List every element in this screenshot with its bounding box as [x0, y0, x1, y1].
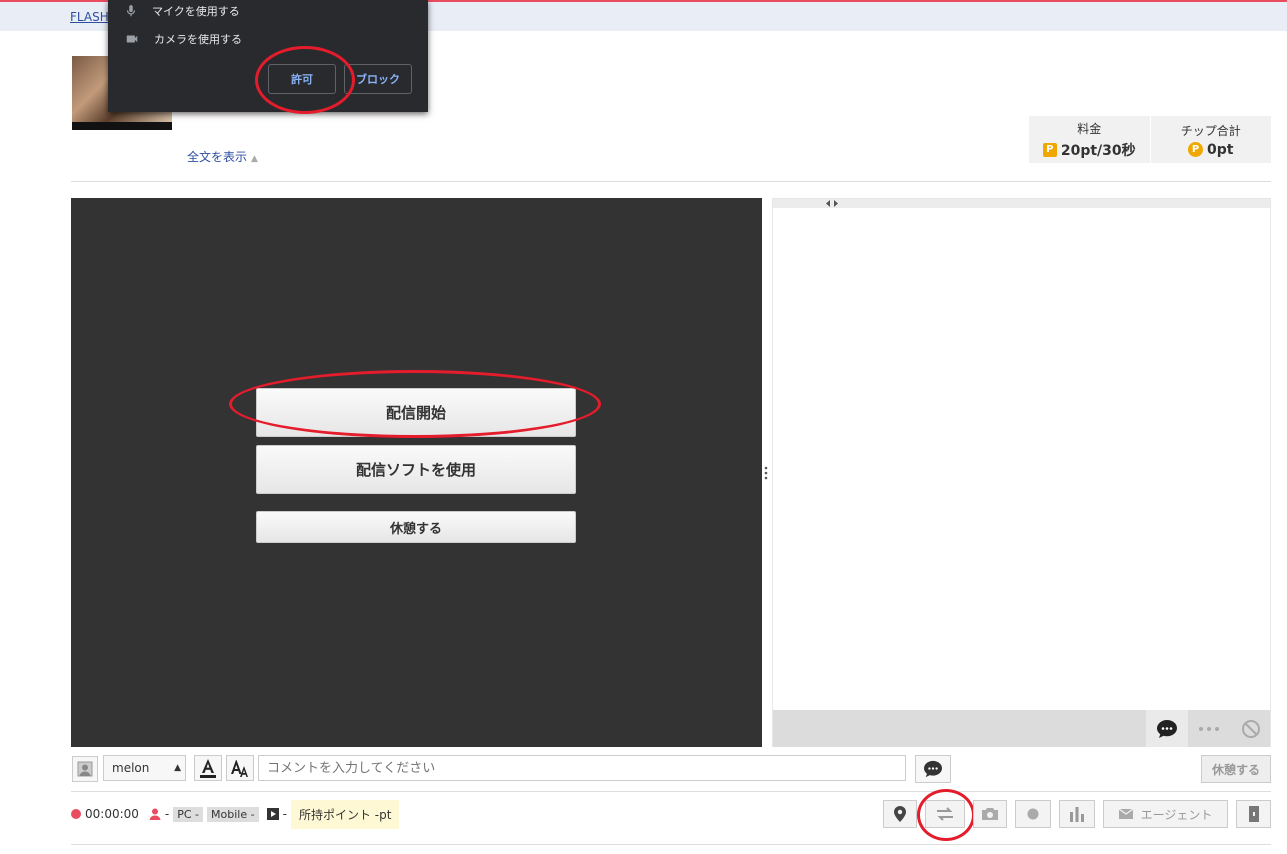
- font-color-button[interactable]: [194, 755, 222, 781]
- tip-value: 0pt: [1207, 141, 1234, 158]
- chat-top-bar: [773, 199, 1270, 208]
- avatar-button[interactable]: [72, 756, 98, 782]
- resize-handle-icon[interactable]: [764, 465, 768, 481]
- rate-label: 料金: [1077, 121, 1102, 136]
- camera-icon: [126, 35, 138, 43]
- microphone-icon: [126, 5, 136, 17]
- permission-popup: マイクを使用する カメラを使用する 許可 ブロック: [108, 0, 428, 112]
- camera-icon: [982, 808, 998, 820]
- block-button[interactable]: ブロック: [344, 64, 412, 94]
- divider: [71, 181, 1271, 182]
- triangle-up-icon: ▲: [174, 763, 181, 773]
- more-dots-icon: [1199, 726, 1219, 731]
- exit-button[interactable]: [1236, 800, 1271, 828]
- send-comment-button[interactable]: [915, 755, 951, 783]
- name-select[interactable]: melon ▲: [103, 755, 186, 781]
- chat-bubble-icon: [924, 760, 942, 778]
- use-software-button[interactable]: 配信ソフトを使用: [256, 445, 576, 494]
- swap-arrows-icon: [937, 807, 953, 821]
- chat-bottom-bar: [773, 710, 1270, 747]
- expand-arrows-icon[interactable]: [826, 200, 838, 207]
- tip-cell: チップ合計 P 0pt: [1149, 116, 1272, 163]
- agent-label: エージェント: [1140, 807, 1213, 822]
- location-pin-icon: [894, 806, 906, 822]
- start-broadcast-button[interactable]: 配信開始: [256, 388, 576, 437]
- divider: [71, 791, 1271, 792]
- comment-input[interactable]: [258, 755, 906, 781]
- tip-label: チップ合計: [1180, 123, 1241, 138]
- font-color-icon: [200, 759, 216, 778]
- door-icon: [1248, 806, 1259, 822]
- agent-button[interactable]: エージェント: [1103, 800, 1228, 828]
- stats-button[interactable]: [1059, 800, 1095, 828]
- chat-panel: [772, 198, 1271, 747]
- rest-button[interactable]: 休憩する: [1201, 755, 1271, 783]
- video-area: 配信開始 配信ソフトを使用 休憩する: [71, 198, 762, 747]
- show-all-link[interactable]: 全文を表示 ▲: [187, 148, 258, 165]
- font-size-icon: [231, 760, 248, 777]
- location-button[interactable]: [883, 800, 917, 828]
- viewer-count: -: [164, 807, 170, 821]
- show-all-label: 全文を表示: [187, 150, 248, 164]
- triangle-up-icon: ▲: [251, 154, 258, 164]
- snapshot-button[interactable]: [973, 800, 1007, 828]
- play-icon: [266, 808, 279, 820]
- mobile-viewer-tag: Mobile -: [207, 806, 259, 822]
- camera-permission-row: カメラを使用する: [124, 31, 242, 47]
- point-square-icon: P: [1042, 142, 1057, 157]
- broadcast-time: 00:00:00: [85, 807, 139, 821]
- pc-viewer-tag: PC -: [173, 806, 204, 822]
- point-circle-icon: P: [1188, 142, 1204, 157]
- play-count: -: [282, 807, 287, 821]
- camera-permission-label: カメラを使用する: [154, 33, 242, 46]
- chat-bubble-icon: [1157, 719, 1177, 738]
- pricing-box: 料金 P 20pt/30秒 チップ合計 P 0pt: [1029, 116, 1271, 163]
- take-break-button[interactable]: 休憩する: [256, 511, 576, 543]
- rate-value: 20pt/30秒: [1060, 142, 1136, 159]
- divider: [71, 844, 1271, 845]
- mic-permission-label: マイクを使用する: [152, 5, 240, 18]
- points-balance: 所持ポイント -pt: [290, 799, 400, 829]
- more-options-button[interactable]: [1188, 710, 1230, 747]
- allow-button[interactable]: 許可: [268, 64, 336, 94]
- chat-toggle-button[interactable]: [1146, 710, 1188, 747]
- mail-icon: [1118, 809, 1133, 819]
- rate-cell: 料金 P 20pt/30秒: [1029, 116, 1150, 163]
- switch-button[interactable]: [925, 800, 965, 828]
- font-size-button[interactable]: [226, 755, 254, 781]
- bar-chart-icon: [1070, 807, 1084, 822]
- prohibited-icon: [1242, 719, 1260, 738]
- record-dot-icon: [1027, 808, 1039, 820]
- record-button[interactable]: [1015, 800, 1051, 828]
- mic-permission-row: マイクを使用する: [124, 3, 240, 19]
- block-user-button[interactable]: [1230, 710, 1272, 747]
- viewer-icon: [149, 808, 161, 820]
- flash-link[interactable]: FLASH: [70, 10, 109, 24]
- name-value: melon: [112, 761, 150, 775]
- recording-dot-icon: [71, 809, 81, 819]
- avatar-icon: [77, 761, 93, 777]
- status-bar: 00:00:00 - PC - Mobile - - 所持ポイント -pt: [71, 799, 400, 829]
